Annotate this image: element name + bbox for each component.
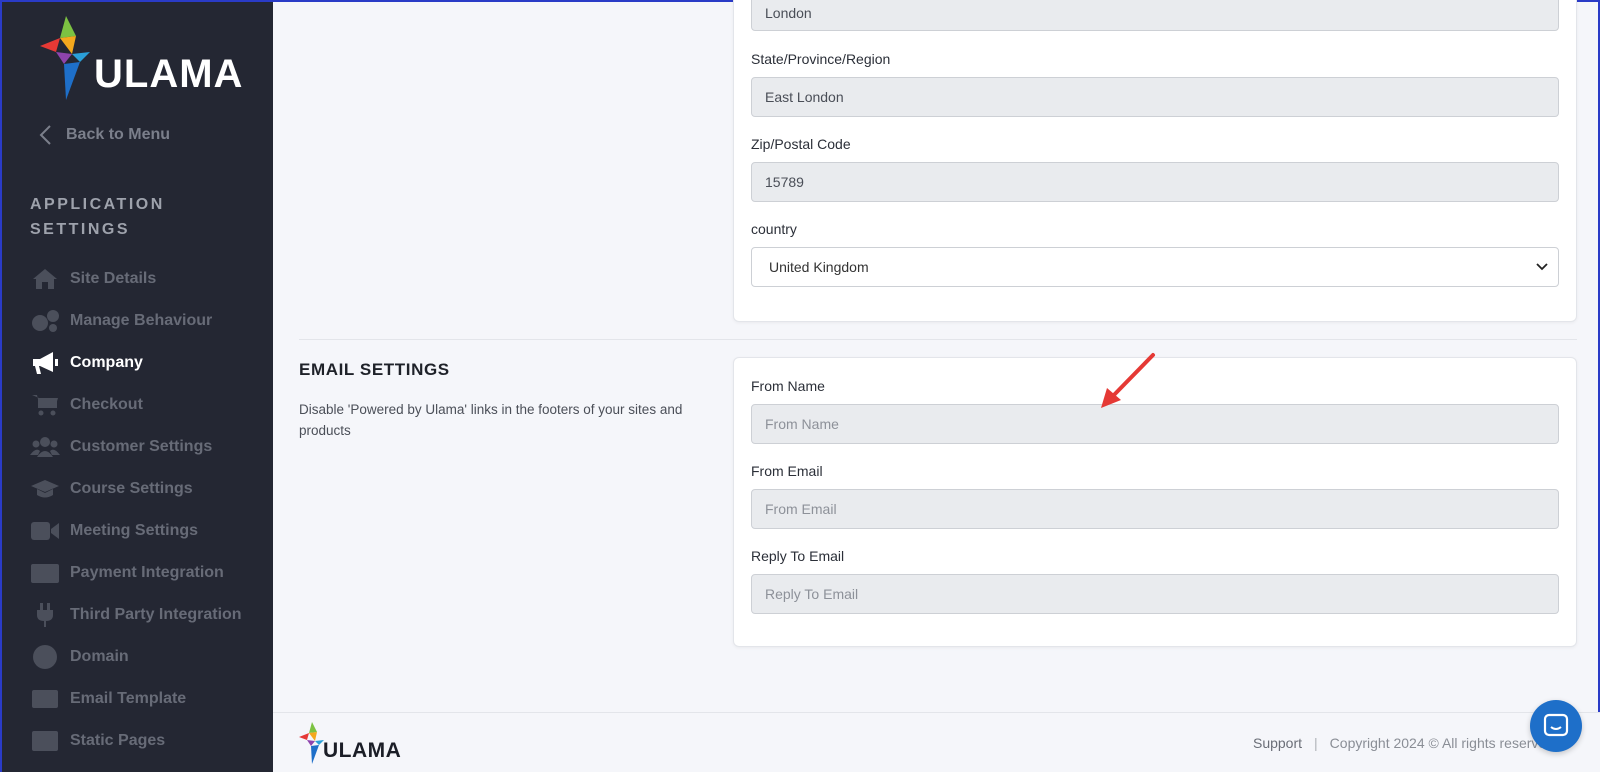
bird-logo-icon (40, 16, 90, 100)
reply-to-email-placeholder: Reply To Email (765, 586, 859, 602)
country-value: United Kingdom (769, 259, 869, 275)
users-icon (30, 434, 60, 460)
from-name-placeholder: From Name (765, 416, 839, 432)
sidebar-item-label: Customer Settings (70, 438, 213, 455)
sidebar-item-payment-integration[interactable]: Payment Integration (30, 552, 265, 594)
zip-label: Zip/Postal Code (751, 136, 851, 152)
from-email-label: From Email (751, 463, 823, 479)
sidebar-item-third-party-integration[interactable]: Third Party Integration (30, 594, 265, 636)
footer-separator: | (1314, 735, 1318, 751)
copyright-text: Copyright 2024 © All rights reserved (1329, 735, 1554, 751)
chevron-left-icon (39, 125, 51, 145)
sidebar-item-checkout[interactable]: Checkout (30, 384, 265, 426)
sidebar-item-label: Email Template (70, 690, 187, 707)
back-to-menu-link[interactable]: Back to Menu (38, 124, 170, 146)
sidebar-item-label: Domain (70, 648, 129, 665)
cart-icon (30, 392, 60, 418)
zip-value: 15789 (765, 174, 804, 190)
sidebar-item-label: Site Details (70, 270, 157, 287)
reply-to-email-input[interactable]: Reply To Email (751, 574, 1559, 614)
sidebar-item-label: Checkout (70, 396, 143, 413)
section-divider (299, 339, 1577, 340)
country-label: country (751, 221, 797, 237)
address-card: London State/Province/Region East London… (733, 0, 1577, 322)
sidebar-item-email-template[interactable]: Email Template (30, 678, 265, 720)
sidebar-item-label: Course Settings (70, 480, 193, 497)
sidebar-item-customer-settings[interactable]: Customer Settings (30, 426, 265, 468)
sidebar-section-title: APPLICATION SETTINGS (30, 196, 165, 238)
ulama-logo[interactable]: ULAMA (36, 14, 246, 104)
credit-card-icon (30, 560, 60, 586)
home-icon (30, 266, 60, 292)
sidebar-item-label: Company (70, 354, 143, 371)
footer-brand-name: ULAMA (323, 739, 402, 762)
chat-icon (1543, 713, 1569, 737)
sidebar-item-static-pages[interactable]: Static Pages (30, 720, 265, 762)
from-email-input[interactable]: From Email (751, 489, 1559, 529)
sidebar: ULAMA Back to Menu APPLICATION SETTINGS … (2, 2, 273, 772)
back-to-menu-label: Back to Menu (66, 126, 171, 143)
gears-icon (30, 308, 60, 334)
sidebar-item-label: Static Pages (70, 732, 166, 749)
chevron-down-icon (1536, 263, 1548, 271)
globe-icon (30, 644, 60, 670)
sidebar-item-label: Third Party Integration (70, 606, 242, 623)
reply-to-email-label: Reply To Email (751, 548, 845, 564)
email-settings-title: EMAIL SETTINGS (299, 360, 450, 379)
main-content: London State/Province/Region East London… (273, 0, 1600, 772)
city-value: London (765, 5, 812, 21)
sidebar-item-label: Manage Behaviour (70, 312, 213, 329)
support-link[interactable]: Support (1253, 735, 1302, 751)
envelope-icon (30, 686, 60, 712)
sidebar-item-domain[interactable]: Domain (30, 636, 265, 678)
email-settings-description: Disable 'Powered by Ulama' links in the … (299, 402, 683, 438)
from-email-placeholder: From Email (765, 501, 837, 517)
state-label: State/Province/Region (751, 51, 891, 67)
plug-icon (30, 602, 60, 628)
state-field[interactable]: East London (751, 77, 1559, 117)
sidebar-item-company[interactable]: Company (30, 342, 265, 384)
sidebar-item-label: Payment Integration (70, 564, 224, 581)
chat-support-button[interactable] (1530, 700, 1582, 752)
graduation-cap-icon (30, 476, 60, 502)
zip-field[interactable]: 15789 (751, 162, 1559, 202)
footer: ULAMA Support | Copyright 2024 © All right… (273, 712, 1600, 772)
sidebar-nav: Site Details Manage Behaviour Company Ch… (30, 258, 265, 762)
from-name-label: From Name (751, 378, 825, 394)
sidebar-item-site-details[interactable]: Site Details (30, 258, 265, 300)
city-field[interactable]: London (751, 0, 1559, 31)
sidebar-item-meeting-settings[interactable]: Meeting Settings (30, 510, 265, 552)
window-icon (30, 728, 60, 754)
sidebar-item-manage-behaviour[interactable]: Manage Behaviour (30, 300, 265, 342)
footer-links: Support | Copyright 2024 © All rights rese… (1253, 735, 1554, 751)
country-select[interactable]: United Kingdom (751, 247, 1559, 287)
sidebar-item-label: Meeting Settings (70, 522, 199, 539)
video-icon (30, 518, 60, 544)
annotation-arrow-icon (1101, 353, 1155, 408)
brand-name: ULAMA (94, 52, 244, 96)
state-value: East London (765, 89, 844, 105)
sidebar-item-course-settings[interactable]: Course Settings (30, 468, 265, 510)
megaphone-icon (30, 350, 60, 376)
